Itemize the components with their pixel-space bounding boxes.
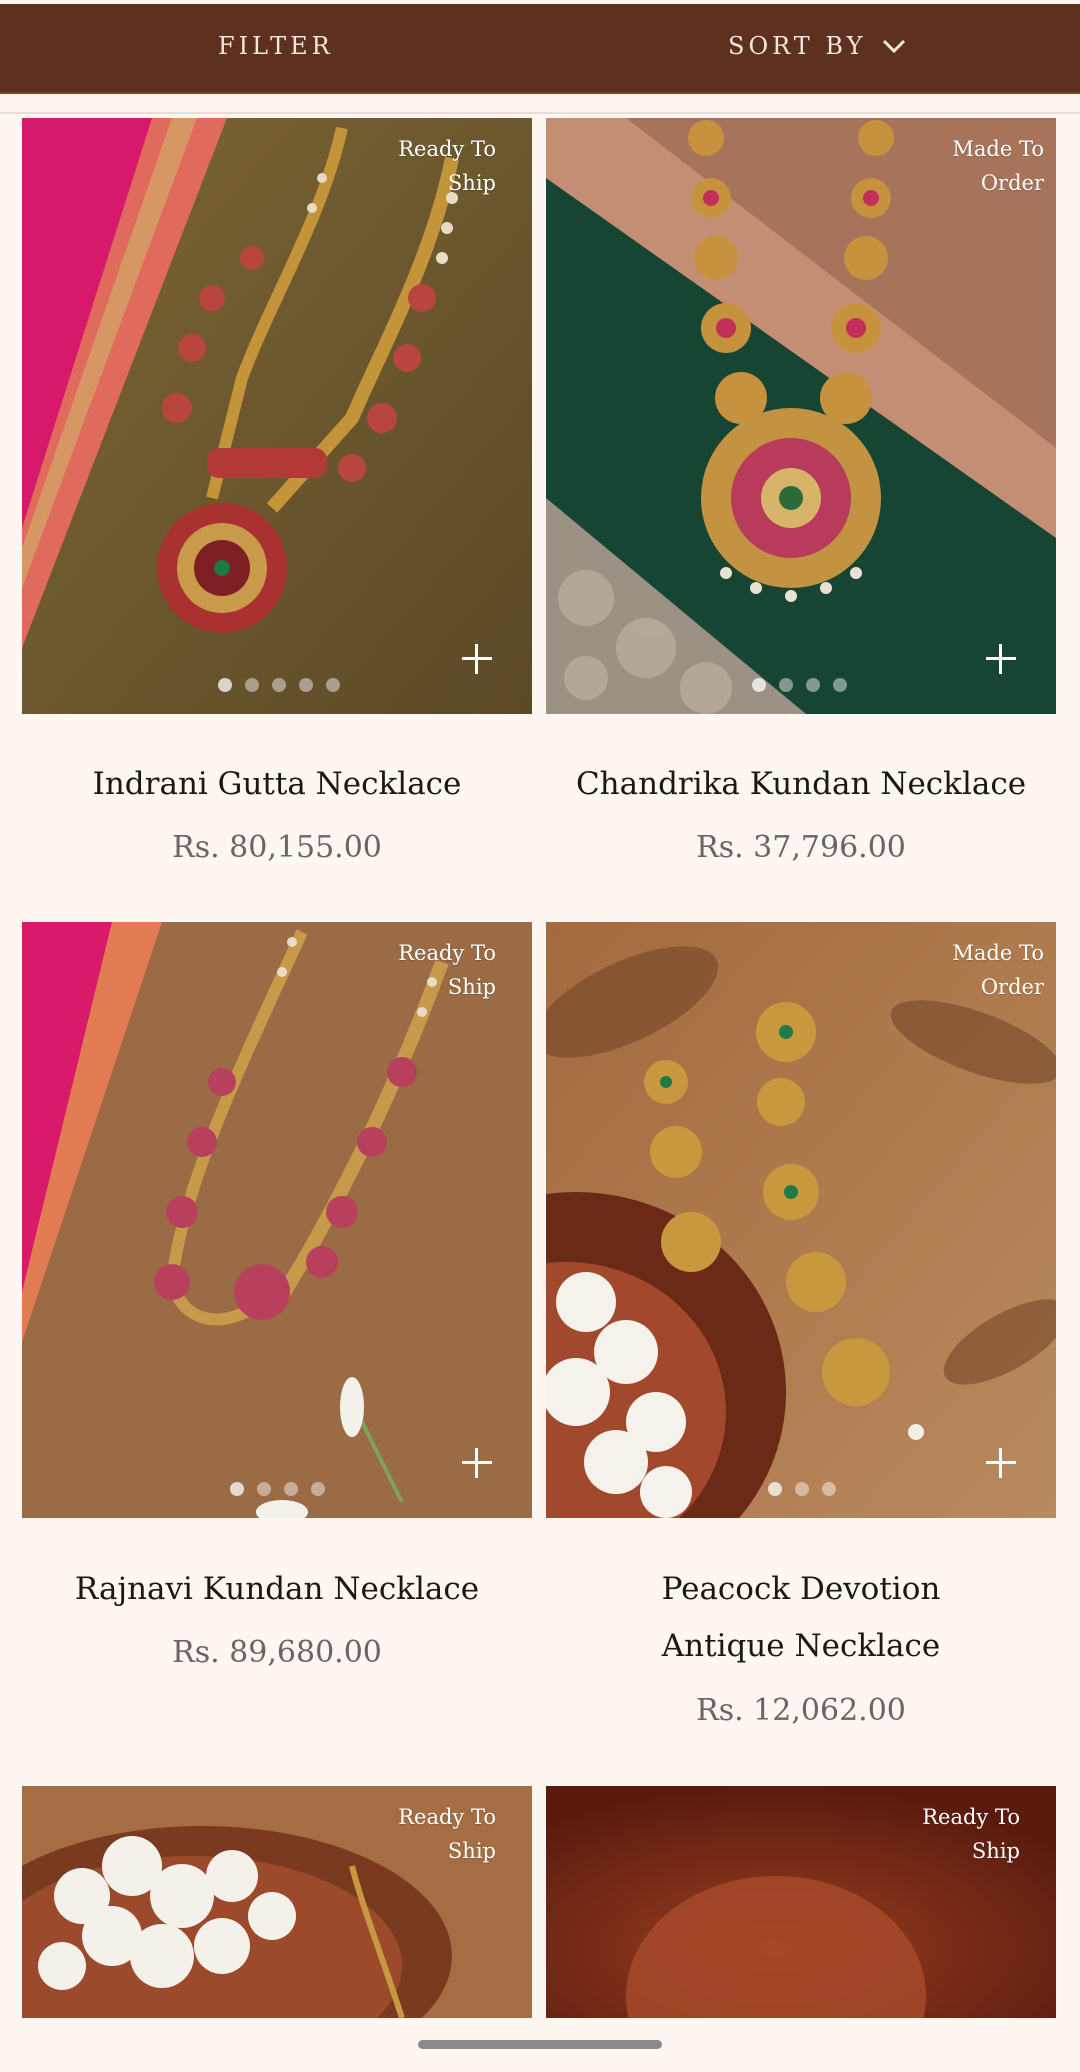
- product-image-chandrika[interactable]: Made To Order: [546, 118, 1056, 714]
- plus-icon[interactable]: [462, 644, 492, 674]
- carousel-dot[interactable]: [795, 1482, 809, 1496]
- product-image-6[interactable]: Ready To Ship: [546, 1786, 1056, 2018]
- carousel-dot[interactable]: [230, 1482, 244, 1496]
- image-carousel-dots[interactable]: [218, 678, 340, 692]
- divider: [0, 112, 1080, 114]
- filter-button[interactable]: FILTER: [218, 32, 334, 60]
- product-price: Rs. 89,680.00: [172, 1635, 382, 1670]
- carousel-dot[interactable]: [779, 678, 793, 692]
- carousel-dot[interactable]: [272, 678, 286, 692]
- carousel-dot[interactable]: [299, 678, 313, 692]
- carousel-dot[interactable]: [752, 678, 766, 692]
- plus-icon[interactable]: [986, 644, 1016, 674]
- carousel-dot[interactable]: [284, 1482, 298, 1496]
- image-carousel-dots[interactable]: [768, 1482, 836, 1496]
- image-carousel-dots[interactable]: [230, 1482, 325, 1496]
- availability-badge: Made To Order: [952, 137, 1044, 195]
- availability-badge: Made To Order: [952, 941, 1044, 999]
- carousel-dot[interactable]: [768, 1482, 782, 1496]
- carousel-dot[interactable]: [311, 1482, 325, 1496]
- product-image-rajnavi[interactable]: Ready To Ship: [22, 922, 532, 1518]
- carousel-dot[interactable]: [833, 678, 847, 692]
- availability-badge: Ready To Ship: [398, 1805, 496, 1863]
- sort-by-button[interactable]: SORT BY: [728, 32, 906, 60]
- availability-badge: Ready To Ship: [922, 1805, 1020, 1863]
- product-price: Rs. 80,155.00: [172, 830, 382, 865]
- carousel-dot[interactable]: [245, 678, 259, 692]
- availability-badge: Ready To Ship: [398, 137, 496, 195]
- filter-sort-bar: FILTER SORT BY: [0, 4, 1080, 94]
- image-carousel-dots[interactable]: [752, 678, 847, 692]
- plus-icon[interactable]: [986, 1448, 1016, 1478]
- carousel-dot[interactable]: [806, 678, 820, 692]
- product-image-peacock[interactable]: Made To Order: [546, 922, 1056, 1518]
- carousel-dot[interactable]: [822, 1482, 836, 1496]
- chevron-down-icon: [883, 39, 906, 54]
- availability-badge: Ready To Ship: [398, 941, 496, 999]
- product-title[interactable]: Chandrika Kundan Necklace: [546, 756, 1056, 813]
- carousel-dot[interactable]: [326, 678, 340, 692]
- home-indicator[interactable]: [418, 2040, 662, 2049]
- product-title[interactable]: Peacock Devotion Antique Necklace: [546, 1561, 1056, 1675]
- product-price: Rs. 12,062.00: [696, 1693, 906, 1728]
- plus-icon[interactable]: [462, 1448, 492, 1478]
- product-title[interactable]: Indrani Gutta Necklace: [22, 756, 532, 813]
- carousel-dot[interactable]: [218, 678, 232, 692]
- product-title[interactable]: Rajnavi Kundan Necklace: [22, 1561, 532, 1618]
- sort-by-label: SORT BY: [728, 32, 867, 60]
- product-image-indrani[interactable]: Ready To Ship: [22, 118, 532, 714]
- product-image-5[interactable]: Ready To Ship: [22, 1786, 532, 2018]
- product-price: Rs. 37,796.00: [696, 830, 906, 865]
- carousel-dot[interactable]: [257, 1482, 271, 1496]
